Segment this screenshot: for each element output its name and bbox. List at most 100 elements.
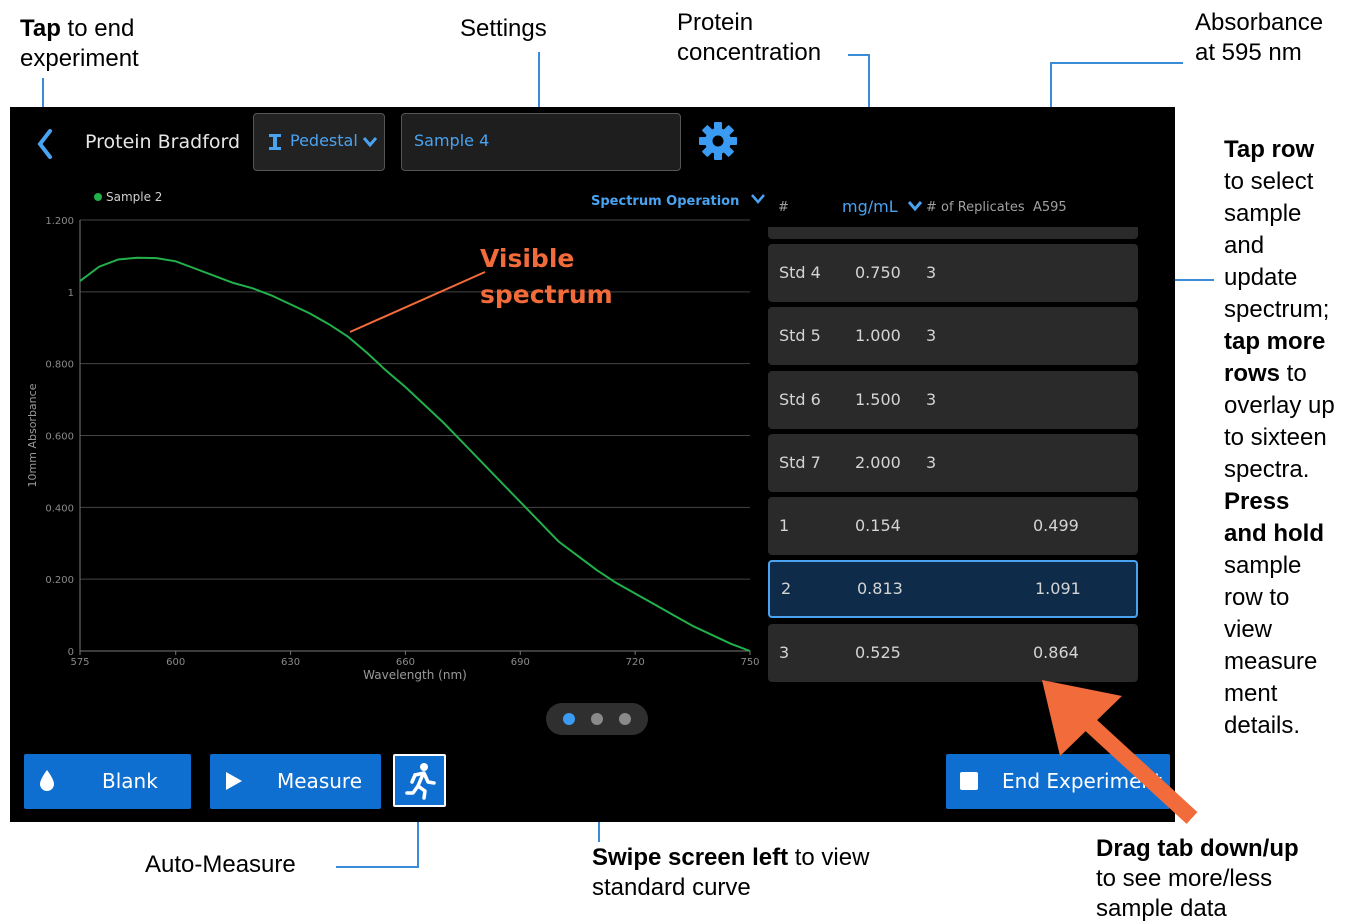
y-tick-label: 0.600 bbox=[45, 432, 74, 443]
legend-swatch bbox=[94, 193, 102, 201]
cell-a595: 0.499 bbox=[1033, 516, 1079, 535]
annotation-protein-concentration: Protein concentration bbox=[677, 9, 822, 66]
blank-button[interactable]: Blank bbox=[24, 754, 191, 809]
cell-conc: 2.000 bbox=[855, 453, 901, 472]
callout-line bbox=[1050, 62, 1183, 64]
chevron-down-icon bbox=[362, 137, 378, 148]
settings-button[interactable] bbox=[698, 121, 738, 161]
callout-line bbox=[336, 866, 418, 868]
page-dot bbox=[619, 713, 631, 725]
annotation-line: ment bbox=[1224, 680, 1278, 707]
legend-label: Sample 2 bbox=[106, 190, 163, 204]
back-button[interactable] bbox=[32, 127, 58, 161]
running-person-icon bbox=[405, 763, 436, 800]
annotation-absorbance: Absorbance at 595 nm bbox=[1195, 9, 1324, 66]
unit-label: mg/mL bbox=[842, 197, 898, 216]
x-tick-label: 575 bbox=[70, 657, 89, 668]
x-tick-label: 690 bbox=[511, 657, 530, 668]
annotation-tap-end: Tap to end experiment bbox=[20, 15, 139, 72]
unit-dropdown[interactable]: mg/mL bbox=[842, 197, 923, 216]
gear-icon bbox=[699, 122, 737, 160]
blank-label: Blank bbox=[102, 769, 158, 793]
cell-reps: 3 bbox=[926, 326, 937, 345]
annotation-line: sample bbox=[1224, 552, 1302, 579]
annotation-line: spectra. bbox=[1224, 456, 1310, 483]
cell-a595: 0.864 bbox=[1033, 643, 1079, 662]
legend: Sample 2 bbox=[94, 190, 162, 204]
annotation-line: to select bbox=[1224, 168, 1314, 195]
annotation-line: measure bbox=[1224, 648, 1318, 675]
annotation-auto-measure: Auto-Measure bbox=[145, 851, 296, 878]
cell-conc: 0.154 bbox=[855, 516, 901, 535]
x-tick-label: 630 bbox=[281, 657, 300, 668]
measure-label: Measure bbox=[277, 769, 362, 793]
annotation-line: row to bbox=[1224, 584, 1290, 611]
annotation-line: Press bbox=[1224, 488, 1290, 515]
cell-reps: 3 bbox=[926, 453, 937, 472]
cell-conc: 0.750 bbox=[855, 263, 901, 282]
annotation-line: and bbox=[1224, 232, 1265, 259]
page-dot-active bbox=[563, 713, 575, 725]
table-row-partial[interactable] bbox=[768, 227, 1138, 239]
x-tick-label: 720 bbox=[626, 657, 645, 668]
table-row[interactable]: Std 5 1.000 3 bbox=[768, 307, 1138, 365]
table-row[interactable]: 3 0.525 0.864 bbox=[768, 624, 1138, 682]
y-tick-label: 1.200 bbox=[45, 216, 74, 227]
cell-conc: 0.813 bbox=[857, 579, 903, 598]
x-tick-label: 750 bbox=[740, 657, 759, 668]
drag-arrow bbox=[1042, 680, 1198, 824]
auto-measure-button[interactable] bbox=[393, 754, 446, 807]
cell-conc: 0.525 bbox=[855, 643, 901, 662]
cell-reps: 3 bbox=[926, 390, 937, 409]
annotation-line: and hold bbox=[1224, 520, 1324, 547]
sample-name-value: Sample 4 bbox=[414, 131, 490, 150]
table-row[interactable]: Std 6 1.500 3 bbox=[768, 371, 1138, 429]
chevron-down-icon bbox=[907, 201, 922, 212]
cell-id: Std 7 bbox=[779, 453, 821, 472]
table-row[interactable]: Std 4 0.750 3 bbox=[768, 244, 1138, 302]
chevron-down-icon bbox=[750, 194, 765, 204]
table-row[interactable]: 1 0.154 0.499 bbox=[768, 497, 1138, 555]
pedestal-icon bbox=[269, 134, 281, 150]
x-tick-label: 600 bbox=[166, 657, 185, 668]
x-axis-label: Wavelength (nm) bbox=[363, 668, 467, 682]
annotation-line: Tap row bbox=[1224, 136, 1315, 163]
cell-a595: 1.091 bbox=[1035, 579, 1081, 598]
cell-reps: 3 bbox=[926, 263, 937, 282]
annotation-line: update bbox=[1224, 264, 1298, 291]
annotation-swipe: Swipe screen left to view standard curve bbox=[592, 844, 870, 901]
cell-id: Std 5 bbox=[779, 326, 821, 345]
annotation-line: spectrum; bbox=[1224, 296, 1330, 323]
annotation-drag-tab: Drag tab down/up to see more/less sample… bbox=[1096, 835, 1299, 922]
page-indicator[interactable] bbox=[546, 703, 648, 735]
y-axis-label: 10mm Absorbance bbox=[26, 383, 39, 487]
callout-line bbox=[848, 54, 870, 56]
annotation-pointer-line bbox=[349, 271, 486, 333]
cell-id: Std 6 bbox=[779, 390, 821, 409]
table-row[interactable]: Std 7 2.000 3 bbox=[768, 434, 1138, 492]
col-header-a595: A595 bbox=[1033, 200, 1067, 215]
y-tick-label: 0.800 bbox=[45, 360, 74, 371]
col-header-number: # bbox=[778, 200, 789, 215]
annotation-visible-spectrum: Visible spectrum bbox=[480, 244, 613, 309]
droplet-icon bbox=[40, 770, 54, 791]
play-icon bbox=[226, 772, 242, 790]
device-screen: Protein Bradford Pedestal Sample 4 Sampl… bbox=[10, 107, 1175, 822]
y-tick-label: 1 bbox=[68, 288, 74, 299]
annotation-line: rows to bbox=[1224, 360, 1307, 387]
annotation-tap-row: Tap row to select sample and update spectrum;… bbox=[1224, 134, 1335, 742]
pedestal-dropdown[interactable]: Pedestal bbox=[253, 113, 385, 171]
y-tick-label: 0.400 bbox=[45, 503, 74, 514]
cell-id: 3 bbox=[779, 643, 790, 662]
sample-name-field[interactable]: Sample 4 bbox=[401, 113, 681, 171]
annotation-line: sample bbox=[1224, 200, 1302, 227]
cell-conc: 1.500 bbox=[855, 390, 901, 409]
measure-button[interactable]: Measure bbox=[210, 754, 381, 809]
table-row[interactable]: 2 0.813 1.091 bbox=[768, 560, 1138, 618]
pedestal-label: Pedestal bbox=[290, 131, 358, 150]
page-dot bbox=[591, 713, 603, 725]
y-tick-label: 0.200 bbox=[45, 575, 74, 586]
cell-id: 2 bbox=[781, 579, 792, 598]
cell-conc: 1.000 bbox=[855, 326, 901, 345]
page-title: Protein Bradford bbox=[85, 131, 241, 153]
